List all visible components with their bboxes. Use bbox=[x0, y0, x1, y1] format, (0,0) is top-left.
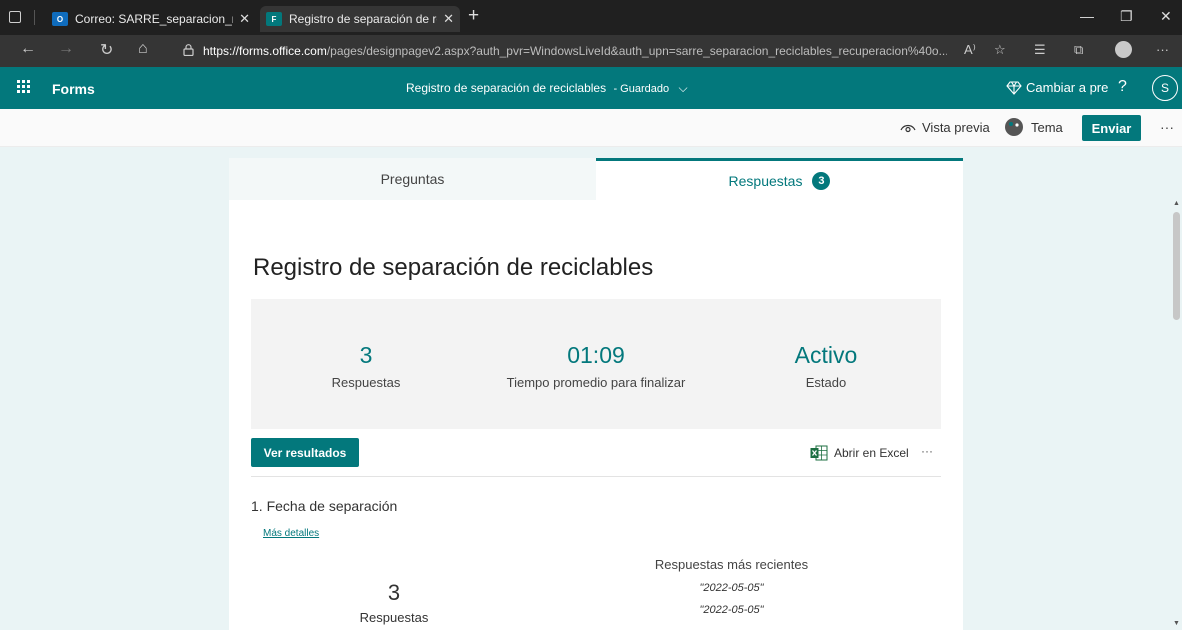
recent-responses-heading: Respuestas más recientes bbox=[654, 557, 809, 572]
stat-value: Activo bbox=[794, 342, 858, 368]
stat-label: Respuestas bbox=[331, 375, 401, 390]
browser-profile-avatar[interactable] bbox=[1115, 41, 1132, 58]
url-domain: https://forms.office.com bbox=[203, 44, 327, 58]
palette-icon bbox=[1005, 118, 1023, 136]
question-count-value: 3 bbox=[387, 580, 401, 605]
more-options-icon[interactable]: ··· bbox=[921, 444, 933, 458]
open-in-excel-button[interactable]: Abrir en Excel bbox=[810, 445, 909, 461]
browser-tab-strip: O Correo: SARRE_separacion_recicl ✕ F Re… bbox=[0, 0, 1182, 35]
chevron-down-icon: ⌵ bbox=[678, 81, 688, 95]
scroll-up-icon[interactable]: ▲ bbox=[1173, 200, 1180, 207]
outlook-icon: O bbox=[52, 12, 68, 26]
form-title: Registro de separación de reciclables bbox=[253, 254, 654, 281]
theme-button[interactable]: Tema bbox=[1003, 116, 1063, 138]
close-tab-icon[interactable]: ✕ bbox=[239, 11, 250, 27]
excel-icon bbox=[810, 445, 828, 461]
tab-separator bbox=[34, 10, 35, 25]
saved-status: - Guardado bbox=[613, 83, 670, 95]
responses-count-badge: 3 bbox=[812, 171, 831, 190]
stat-value: 3 bbox=[359, 342, 373, 368]
preview-label: Vista previa bbox=[922, 120, 990, 135]
summary-stats: 3 Respuestas 01:09 Tiempo promedio para … bbox=[251, 299, 941, 429]
home-icon[interactable]: ⌂ bbox=[138, 40, 148, 58]
form-tabs: Preguntas Respuestas 3 bbox=[229, 158, 963, 200]
collections-icon[interactable]: ⧉ bbox=[1074, 42, 1083, 58]
browser-tab-title: Registro de separación de recicla bbox=[289, 12, 437, 26]
tab-responses[interactable]: Respuestas 3 bbox=[596, 158, 963, 200]
question-count-label: Respuestas bbox=[359, 610, 429, 625]
open-excel-label: Abrir en Excel bbox=[834, 446, 909, 460]
minimize-icon[interactable]: — bbox=[1080, 8, 1094, 24]
diamond-icon bbox=[1006, 80, 1022, 95]
question-title: 1. Fecha de separación bbox=[251, 498, 398, 514]
tab-responses-label: Respuestas bbox=[728, 172, 803, 189]
recent-responses: Respuestas más recientes "2022-05-05" "2… bbox=[639, 557, 824, 616]
stat-average-time: 01:09 Tiempo promedio para finalizar bbox=[481, 341, 711, 390]
more-options-icon[interactable]: ··· bbox=[1160, 119, 1174, 135]
more-details-link[interactable]: Más detalles bbox=[263, 528, 319, 539]
url-field[interactable]: https://forms.office.com/pages/designpag… bbox=[203, 44, 947, 58]
close-tab-icon[interactable]: ✕ bbox=[443, 11, 454, 27]
theme-label: Tema bbox=[1031, 119, 1063, 135]
forms-icon: F bbox=[266, 12, 282, 26]
stat-value: 01:09 bbox=[567, 342, 625, 368]
stat-status: Activo Estado bbox=[711, 341, 941, 390]
scrollbar-thumb[interactable] bbox=[1173, 212, 1180, 320]
app-launcher-icon[interactable] bbox=[17, 80, 31, 94]
read-aloud-icon[interactable]: A⁾ bbox=[964, 42, 976, 58]
favorites-list-icon[interactable]: ☰ bbox=[1034, 42, 1046, 58]
close-window-icon[interactable]: ✕ bbox=[1160, 8, 1172, 25]
user-avatar[interactable]: S bbox=[1152, 75, 1178, 101]
forward-icon[interactable]: → bbox=[58, 40, 74, 58]
forms-header: Forms Registro de separación de reciclab… bbox=[0, 67, 1182, 109]
form-title-header[interactable]: Registro de separación de reciclables - … bbox=[406, 81, 688, 96]
help-icon[interactable]: ? bbox=[1118, 78, 1127, 96]
header-form-title: Registro de separación de reciclables bbox=[406, 81, 607, 95]
upgrade-label: Cambiar a pre bbox=[1026, 80, 1109, 95]
upgrade-button[interactable]: Cambiar a pre bbox=[1006, 80, 1108, 95]
browser-tab-forms[interactable]: F Registro de separación de recicla ✕ bbox=[260, 6, 460, 32]
url-path: /pages/designpagev2.aspx?auth_pvr=Window… bbox=[326, 44, 947, 58]
favorite-star-icon[interactable]: ☆ bbox=[994, 42, 1006, 58]
refresh-icon[interactable]: ↻ bbox=[100, 40, 113, 60]
restore-icon[interactable]: ❐ bbox=[1120, 8, 1133, 25]
view-results-button[interactable]: Ver resultados bbox=[251, 438, 359, 467]
tab-questions[interactable]: Preguntas bbox=[229, 158, 596, 200]
stat-label: Tiempo promedio para finalizar bbox=[506, 375, 686, 390]
page-scrollbar[interactable]: ▲ ▼ bbox=[1171, 200, 1182, 630]
browser-tab-outlook[interactable]: O Correo: SARRE_separacion_recicl ✕ bbox=[46, 6, 256, 32]
send-button[interactable]: Enviar bbox=[1082, 115, 1141, 141]
back-icon[interactable]: ← bbox=[20, 40, 36, 58]
lock-icon[interactable] bbox=[183, 44, 194, 56]
recent-response-item: "2022-05-05" bbox=[699, 604, 764, 616]
eye-icon bbox=[900, 124, 916, 132]
form-card: Preguntas Respuestas 3 Registro de separ… bbox=[229, 158, 963, 630]
scroll-down-icon[interactable]: ▼ bbox=[1173, 620, 1180, 627]
browser-tab-title: Correo: SARRE_separacion_recicl bbox=[75, 12, 233, 26]
stat-responses: 3 Respuestas bbox=[251, 341, 481, 390]
forms-brand[interactable]: Forms bbox=[52, 81, 95, 97]
question-response-count: 3 Respuestas bbox=[329, 580, 459, 625]
divider bbox=[251, 476, 941, 477]
recent-response-item: "2022-05-05" bbox=[699, 582, 764, 594]
preview-button[interactable]: Vista previa bbox=[900, 120, 990, 135]
new-tab-icon[interactable]: + bbox=[468, 5, 479, 27]
stat-label: Estado bbox=[805, 375, 847, 390]
command-bar: Vista previa Tema Enviar ··· bbox=[0, 109, 1182, 147]
tab-actions-icon[interactable] bbox=[9, 11, 21, 23]
browser-menu-icon[interactable]: ··· bbox=[1156, 42, 1169, 57]
